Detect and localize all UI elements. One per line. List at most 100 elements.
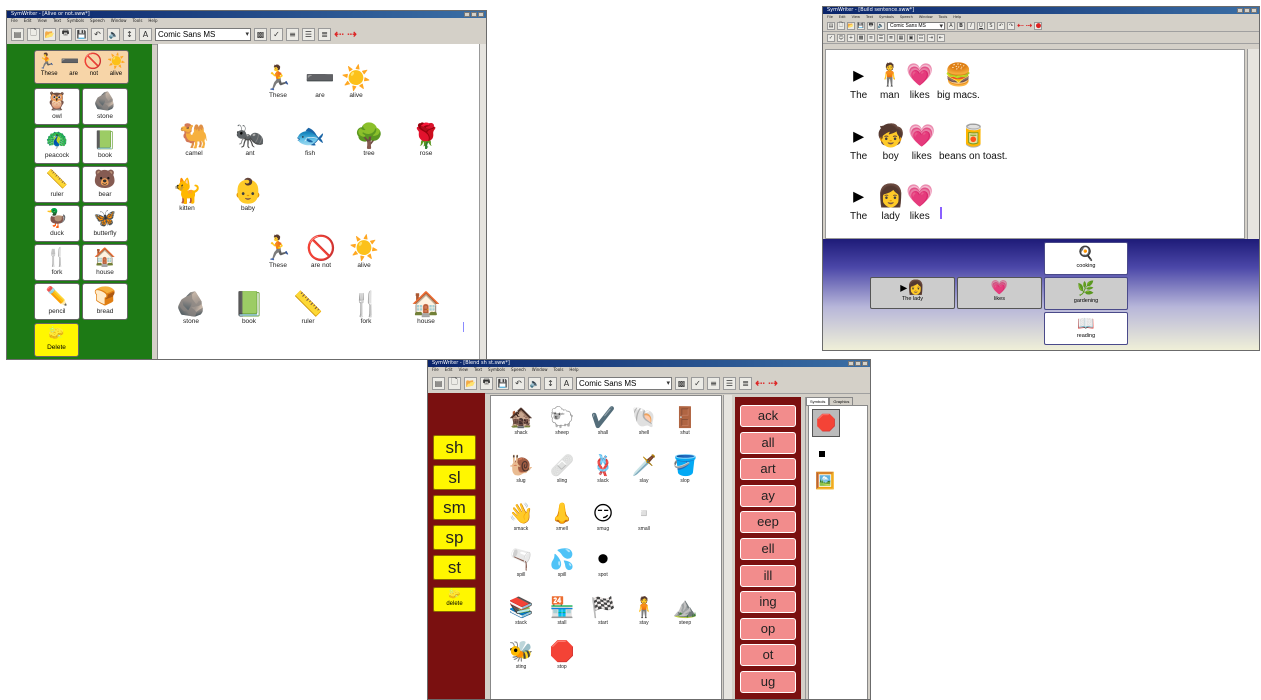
indent-icon[interactable]: ⇥ (927, 33, 935, 42)
sentence-word-the[interactable]: ▸ The (850, 125, 867, 163)
ending-button-ack[interactable]: ack (740, 405, 796, 427)
doc-word-start[interactable]: 🏁 start (583, 596, 623, 626)
doc-word-fork[interactable]: 🍴 fork (338, 290, 394, 325)
grid-toggle-icon[interactable]: ▤ (11, 27, 24, 41)
save-icon[interactable]: 💾 (75, 27, 88, 41)
speaker-icon[interactable]: 🔈 (877, 21, 885, 30)
open-folder-icon[interactable]: 📂 (464, 376, 477, 390)
menu-text[interactable]: Text (53, 18, 61, 24)
menu-tools[interactable]: Tools (133, 18, 143, 24)
sentence-word-boy[interactable]: 🧒 boy (877, 125, 904, 163)
doc-word-shall[interactable]: ✔️ shall (583, 406, 623, 436)
ending-button-ug[interactable]: ug (740, 671, 796, 693)
doc-word-ruler[interactable]: 📏 ruler (280, 290, 336, 325)
grid-cell-peacock[interactable]: 🦚 peacock (34, 127, 80, 164)
doc-word-spot[interactable]: ⚫ spot (583, 548, 623, 578)
doc-word-shut[interactable]: 🚪 shut (665, 406, 705, 436)
blend-button-sm[interactable]: sm (433, 495, 476, 520)
doc-word-fish[interactable]: 🐟 fish (282, 122, 338, 157)
align-center-icon[interactable]: ☰ (302, 27, 315, 41)
grid-header-cell[interactable]: 🏃 ➖ 🚫 ☀️ These are not alive (34, 50, 129, 84)
align-right-icon[interactable]: ≣ (318, 27, 331, 41)
insert-icon[interactable]: + (847, 33, 855, 42)
doc-word-smell[interactable]: 👃 smell (542, 502, 582, 532)
grid-cell-pencil[interactable]: ✏️ pencil (34, 283, 80, 320)
doc-word-small[interactable]: ▫️ small (624, 502, 664, 532)
back-arrow-icon[interactable]: ⇠ (1017, 21, 1024, 30)
spellcheck-icon[interactable]: ✓ (827, 33, 835, 42)
ending-button-ell[interactable]: ell (740, 538, 796, 560)
undo-icon[interactable]: ↶ (91, 27, 104, 41)
doc-word-kitten[interactable]: 🐈 kitten (159, 177, 215, 212)
ending-button-ing[interactable]: ing (740, 591, 796, 614)
menu-symbols[interactable]: Symbols (488, 367, 505, 373)
grid-cell-duck[interactable]: 🦆 duck (34, 205, 80, 242)
menu-symbols[interactable]: Symbols (879, 14, 894, 20)
menu-speech[interactable]: Speech (511, 367, 526, 373)
menu-edit[interactable]: Edit (839, 14, 846, 20)
doc-word-slop[interactable]: 🪣 slop (665, 454, 705, 484)
new-document-icon[interactable]: 🗋 (27, 27, 40, 41)
speaker-icon[interactable]: 🔈 (107, 27, 120, 41)
align-center-icon[interactable]: ☰ (723, 376, 736, 390)
doc-word-spill[interactable]: 🫗 spill (501, 548, 541, 578)
color-icon[interactable]: ▩ (675, 376, 688, 390)
doc-word-smack[interactable]: 👋 smack (501, 502, 541, 532)
sentence-word-lady[interactable]: 👩 lady (877, 185, 904, 223)
menu-speech[interactable]: Speech (90, 18, 105, 24)
symbol-size-icon[interactable]: ↕ (123, 27, 136, 41)
doc-word-house[interactable]: 🏠 house (398, 290, 454, 325)
symbol-icon[interactable]: ☺ (837, 33, 845, 42)
document-area[interactable]: 🏃 These ➖ are ☀️ alive 🐫 camel 🐜 ant 🐟 fish 🌳 tree 🌹 ro… (157, 44, 480, 359)
text-size-icon[interactable]: A (560, 376, 573, 390)
doc-word-steep[interactable]: ⛰️ steep (665, 596, 705, 626)
font-select[interactable]: Comic Sans MS (576, 376, 672, 390)
menu-window[interactable]: Window (532, 367, 548, 373)
doc-word-book[interactable]: 📗 book (221, 290, 277, 325)
grid-cell-stone[interactable]: 🪨 stone (82, 88, 128, 125)
sentence-word-the[interactable]: ▸ The (850, 185, 867, 223)
doc-word-ant[interactable]: 🐜 ant (222, 122, 278, 157)
menu-speech[interactable]: Speech (900, 14, 913, 20)
sentence-part-likes[interactable]: 💗 likes (957, 277, 1042, 309)
sentence-word-the[interactable]: ▸ The (850, 64, 867, 102)
doc-word-slay[interactable]: 🗡️ slay (624, 454, 664, 484)
grid-toggle-icon[interactable]: ▤ (432, 376, 445, 390)
bold-icon[interactable]: B (957, 21, 965, 30)
menu-file[interactable]: File (432, 367, 439, 373)
menu-edit[interactable]: Edit (445, 367, 453, 373)
delete-button[interactable]: 🧽 delete (433, 587, 476, 612)
maximize-button[interactable] (471, 12, 477, 17)
menu-text[interactable]: Text (866, 14, 873, 20)
align-left-icon[interactable]: ≡ (867, 33, 875, 42)
align-center-icon[interactable]: ☰ (877, 33, 885, 42)
undo-icon[interactable]: ↶ (997, 21, 1005, 30)
doc-word-alive[interactable]: ☀️ alive (328, 64, 384, 99)
redo-icon[interactable]: ↷ (1007, 21, 1015, 30)
align-right-icon[interactable]: ≣ (739, 376, 752, 390)
choice-gardening[interactable]: 🌿 gardening (1044, 277, 1128, 310)
delete-button[interactable]: 🧽 Delete (34, 323, 79, 357)
grid-cell-fork[interactable]: 🍴 fork (34, 244, 80, 281)
underline-icon[interactable]: U (977, 21, 985, 30)
grid-cell-book[interactable]: 📗 book (82, 127, 128, 164)
stop-sign-icon[interactable]: 🛑 (812, 409, 840, 437)
ending-button-eep[interactable]: eep (740, 511, 796, 534)
grid-toggle-icon[interactable]: ▤ (827, 21, 835, 30)
menu-view[interactable]: View (458, 367, 468, 373)
document-area[interactable]: 🏚️ shack 🐑 sheep ✔️ shall 🐚 shell 🚪 shut 🐌 slug 🩹 sli… (490, 395, 722, 699)
doc-word-shell[interactable]: 🐚 shell (624, 406, 664, 436)
back-arrow-icon[interactable]: ⇠ (755, 376, 765, 390)
black-square-icon[interactable] (819, 451, 825, 457)
doc-word-stop[interactable]: 🛑 stop (542, 640, 582, 670)
menu-file[interactable]: File (827, 14, 833, 20)
undo-icon[interactable]: ↶ (512, 376, 525, 390)
doc-word-slack[interactable]: 🪢 slack (583, 454, 623, 484)
choice-cooking[interactable]: 🍳 cooking (1044, 242, 1128, 275)
doc-word-rose[interactable]: 🌹 rose (398, 122, 454, 157)
menu-tools[interactable]: Tools (554, 367, 564, 373)
spellcheck-icon[interactable]: ✓ (691, 376, 704, 390)
grid-cell-butterfly[interactable]: 🦋 butterfly (82, 205, 128, 242)
doc-word-spill[interactable]: 💦 spill (542, 548, 582, 578)
doc-word-camel[interactable]: 🐫 camel (166, 122, 222, 157)
